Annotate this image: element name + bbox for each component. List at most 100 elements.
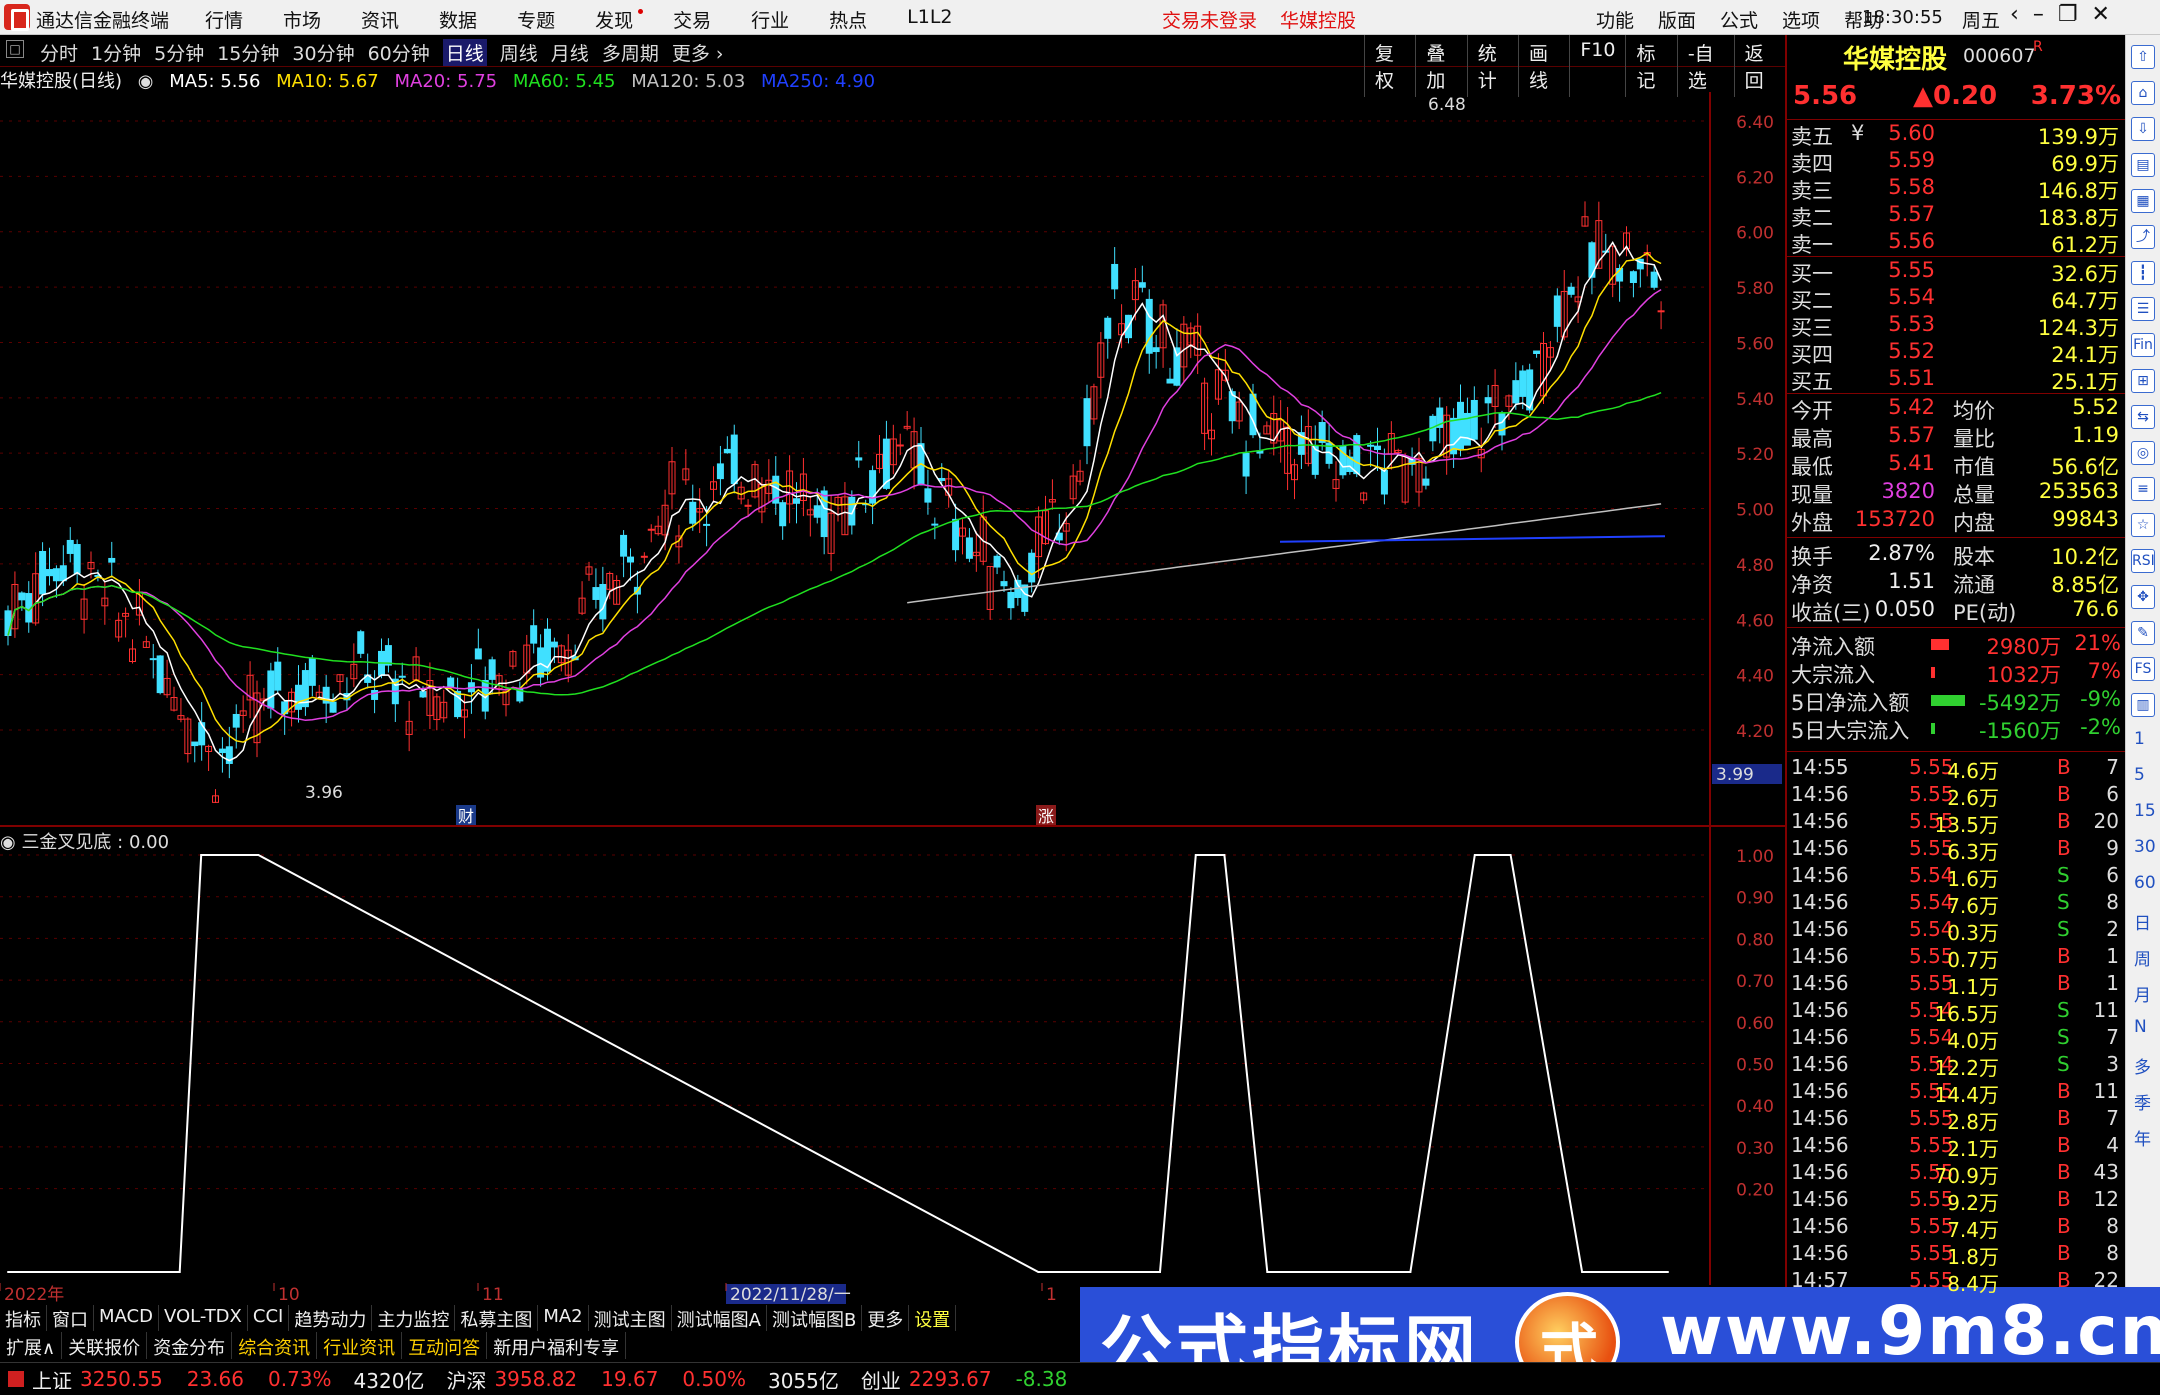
bid-row[interactable]: 买五 5.51 25.1万	[1791, 366, 2121, 394]
period-tab[interactable]: 15分钟	[217, 39, 279, 66]
period-shortcut[interactable]: 多	[2134, 1053, 2151, 1078]
menu-item[interactable]: L1L2	[907, 6, 952, 33]
period-tab[interactable]: 周线	[500, 39, 538, 66]
kline-icon[interactable]: ┇	[2131, 261, 2155, 285]
bars-icon[interactable]: ▥	[2131, 693, 2155, 717]
extension-tab[interactable]: 关联报价	[62, 1332, 148, 1359]
indicator-tab[interactable]: 主力监控	[372, 1305, 456, 1331]
indicator-tab[interactable]: 设置	[909, 1305, 957, 1331]
ask-row[interactable]: 卖一 5.56 61.2万	[1791, 229, 2121, 257]
ask-row[interactable]: 卖二 5.57 183.8万	[1791, 202, 2121, 230]
ask-row[interactable]: 卖四 5.59 69.9万	[1791, 148, 2121, 176]
period-tab[interactable]: 60分钟	[368, 39, 430, 66]
move-icon[interactable]: ✥	[2131, 585, 2155, 609]
right-menu-item[interactable]: 版面	[1658, 6, 1696, 33]
indicator-tab[interactable]: MA2	[538, 1305, 589, 1331]
rsi-icon[interactable]: RSI	[2131, 549, 2155, 573]
close-icon[interactable]: ✕	[2092, 2, 2110, 27]
back-icon[interactable]: ‹	[2010, 2, 2019, 27]
period-tab[interactable]: 30分钟	[292, 39, 354, 66]
star-icon[interactable]: ☆	[2131, 513, 2155, 537]
menu-item[interactable]: 资讯	[361, 6, 399, 33]
indicator-tab[interactable]: 私募主图	[455, 1305, 539, 1331]
hs-name[interactable]: 沪深	[446, 1365, 486, 1394]
indicator-tab[interactable]: 测试幅图B	[767, 1305, 863, 1331]
menu-item[interactable]: 行情	[205, 6, 243, 33]
down-arrow-icon[interactable]: ⇩	[2131, 117, 2155, 141]
indicator-tab[interactable]: 更多	[862, 1305, 910, 1331]
menu-item[interactable]: 市场	[283, 6, 321, 33]
right-menu-item[interactable]: 功能	[1596, 6, 1634, 33]
extension-tab[interactable]: 新用户福利专享	[487, 1332, 627, 1359]
period-tab[interactable]: 日线	[442, 39, 487, 66]
doc-icon[interactable]: ▤	[2131, 153, 2155, 177]
compare-icon[interactable]: ⇆	[2131, 405, 2155, 429]
fin-icon[interactable]: Fin	[2131, 333, 2155, 357]
menu-item[interactable]: 行业	[751, 6, 789, 33]
period-shortcut[interactable]: 周	[2134, 945, 2151, 970]
extension-tab[interactable]: 扩展∧	[0, 1332, 63, 1359]
period-shortcut[interactable]: 1	[2134, 729, 2145, 749]
kline-chart[interactable]: 6.40 6.20 6.00 5.80 5.60 5.40 5.20 5.00 4.80 4.60…	[0, 92, 1785, 825]
indicator-chart[interactable]: 1.00 0.90 0.80 0.70 0.60 0.50 0.40 0.30 0.20	[0, 825, 1785, 1285]
period-tab[interactable]: 1分钟	[91, 39, 141, 66]
period-shortcut[interactable]: 5	[2134, 765, 2145, 785]
period-shortcut[interactable]: 15	[2134, 801, 2156, 821]
period-shortcut[interactable]: 年	[2134, 1125, 2151, 1150]
period-tab[interactable]: 多周期	[602, 39, 659, 66]
indicator-tab[interactable]: 窗口	[47, 1305, 94, 1331]
list-icon[interactable]: ≡	[2131, 477, 2155, 501]
stock-name-link[interactable]: 华媒控股	[1280, 6, 1356, 33]
period-tab[interactable]: 月线	[551, 39, 589, 66]
period-shortcut[interactable]: N	[2134, 1017, 2147, 1037]
table-icon[interactable]: ☰	[2131, 297, 2155, 321]
bid-row[interactable]: 买一 5.55 32.6万	[1791, 258, 2121, 286]
indicator-tab[interactable]: CCI	[248, 1305, 290, 1331]
cy-name[interactable]: 创业	[861, 1365, 901, 1394]
menu-item[interactable]: 专题	[517, 6, 555, 33]
right-menu-item[interactable]: 选项	[1782, 6, 1820, 33]
period-tab[interactable]: 分时	[40, 39, 78, 66]
restore-icon[interactable]: ❐	[2058, 2, 2078, 27]
indicator-tab[interactable]: MACD	[94, 1305, 159, 1331]
menu-item[interactable]: 发现	[595, 6, 644, 33]
indicator-tab[interactable]: 测试主图	[589, 1305, 672, 1331]
period-tab[interactable]: 更多 ›	[672, 39, 724, 66]
fs-icon[interactable]: FS	[2131, 657, 2155, 681]
period-tab[interactable]: 5分钟	[154, 39, 204, 66]
sh-name[interactable]: 上证	[32, 1365, 72, 1394]
chart-icon[interactable]: ⤴	[2131, 225, 2155, 249]
map-icon[interactable]: ⊞	[2131, 369, 2155, 393]
minimize-icon[interactable]: –	[2033, 2, 2044, 27]
menu-item[interactable]: 数据	[439, 6, 477, 33]
period-shortcut[interactable]: 30	[2134, 837, 2156, 857]
grid-icon[interactable]: ▦	[2131, 189, 2155, 213]
period-shortcut[interactable]: 月	[2134, 981, 2151, 1006]
settings-icon[interactable]: ◉	[138, 71, 154, 92]
ask-row[interactable]: 卖五 ¥5.60 139.9万	[1791, 121, 2121, 149]
right-menu-item[interactable]: 公式	[1720, 6, 1758, 33]
indicator-tab[interactable]: 测试幅图A	[672, 1305, 767, 1331]
period-shortcut[interactable]: 日	[2134, 909, 2151, 934]
bid-row[interactable]: 买三 5.53 124.3万	[1791, 312, 2121, 340]
home-icon[interactable]: ⌂	[2131, 81, 2155, 105]
menu-item[interactable]: 交易	[673, 6, 711, 33]
extension-tab[interactable]: 资金分布	[147, 1332, 233, 1359]
extension-tab[interactable]: 综合资讯	[232, 1332, 318, 1359]
trade-status-link[interactable]: 交易未登录	[1162, 6, 1257, 33]
extension-tab[interactable]: 互动问答	[402, 1332, 488, 1359]
web-icon[interactable]: ◎	[2131, 441, 2155, 465]
period-shortcut[interactable]: 季	[2134, 1089, 2151, 1114]
menu-item[interactable]: 热点	[829, 6, 867, 33]
pen-icon[interactable]: ✎	[2131, 621, 2155, 645]
ask-row[interactable]: 卖三 5.58 146.8万	[1791, 175, 2121, 203]
period-shortcut[interactable]: 60	[2134, 873, 2156, 893]
indicator-tab[interactable]: 趋势动力	[289, 1305, 373, 1331]
bid-row[interactable]: 买二 5.54 64.7万	[1791, 285, 2121, 313]
indicator-tab[interactable]: 指标	[0, 1305, 47, 1331]
indicator-tab[interactable]: VOL-TDX	[159, 1305, 248, 1331]
collapse-icon[interactable]: □	[6, 40, 24, 58]
extension-tab[interactable]: 行业资讯	[317, 1332, 403, 1359]
bid-row[interactable]: 买四 5.52 24.1万	[1791, 339, 2121, 367]
up-arrow-icon[interactable]: ⇧	[2131, 45, 2155, 69]
